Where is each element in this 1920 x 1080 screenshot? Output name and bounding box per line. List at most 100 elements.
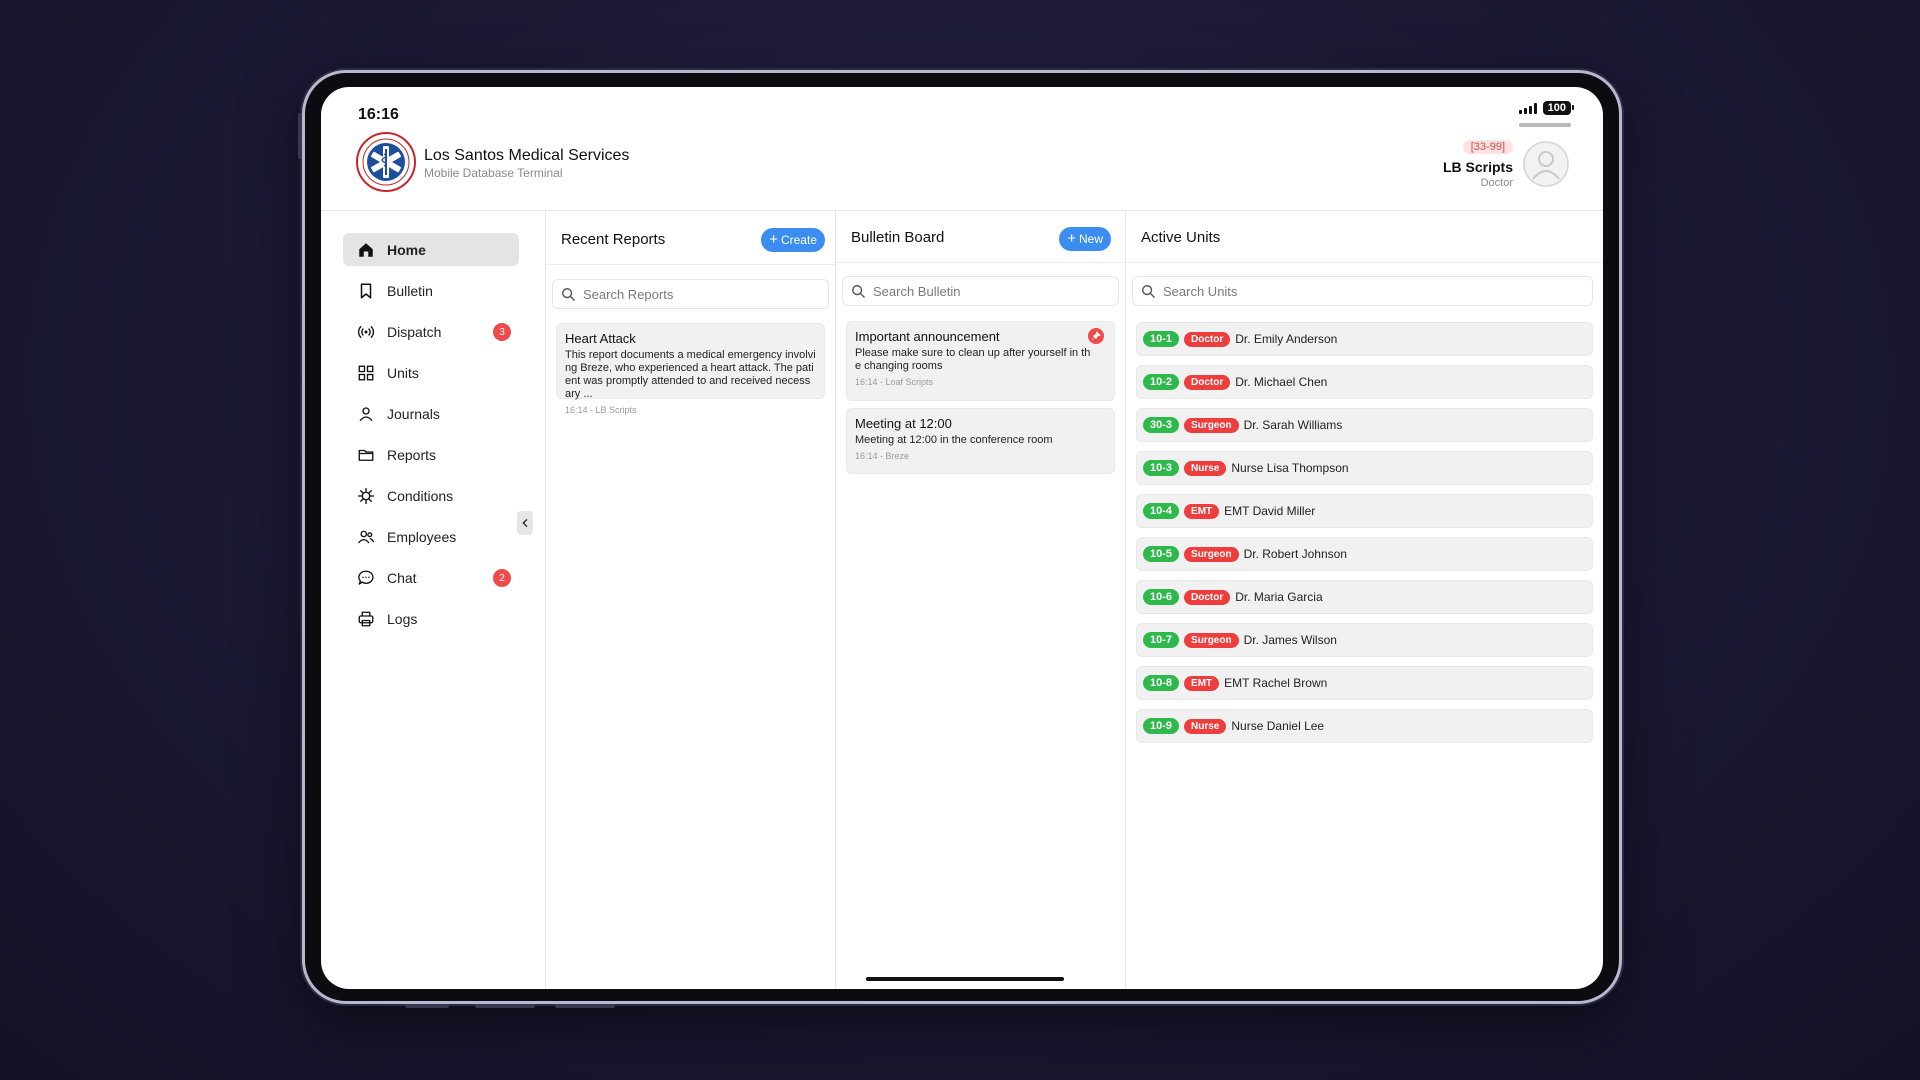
unit-code-badge: 10-1: [1143, 331, 1180, 347]
unit-row[interactable]: 10-3 Nurse Nurse Lisa Thompson: [1136, 451, 1593, 485]
unit-name: Dr. Sarah Williams: [1243, 418, 1343, 432]
power-button: [475, 1004, 535, 1008]
sidebar-item-label: Logs: [387, 610, 418, 627]
bulletin-header: Bulletin Board + New: [836, 211, 1125, 263]
unit-row[interactable]: 10-4 EMT EMT David Miller: [1136, 494, 1593, 528]
notification-badge: 3: [493, 323, 511, 341]
bulletin-card[interactable]: Meeting at 12:00 Meeting at 12:00 in the…: [846, 408, 1115, 474]
sidebar-item-journals[interactable]: Journals: [343, 397, 519, 430]
status-indicators: 100: [1518, 101, 1575, 115]
bulletin-card[interactable]: Important announcement Please make sure …: [846, 321, 1115, 401]
unit-row[interactable]: 10-7 Surgeon Dr. James Wilson: [1136, 623, 1593, 657]
printer-icon: [357, 610, 375, 628]
notch-pill: [1519, 123, 1571, 127]
unit-name: EMT David Miller: [1224, 504, 1316, 518]
bulletin-item-body: Meeting at 12:00 in the conference room: [855, 434, 1053, 446]
bulletin-item-title: Important announcement: [855, 329, 1000, 344]
unit-name: Nurse Lisa Thompson: [1231, 461, 1349, 475]
search-icon: [1142, 285, 1155, 298]
unit-row[interactable]: 10-2 Doctor Dr. Michael Chen: [1136, 365, 1593, 399]
unit-role-badge: EMT: [1184, 675, 1220, 691]
collapse-sidebar-button[interactable]: [517, 511, 533, 535]
user-id-badge: [33-99]: [1462, 140, 1513, 154]
screen: 16:16 100 Los Santos Medical Services Mo…: [321, 87, 1603, 989]
unit-role-badge: Doctor: [1184, 374, 1231, 390]
new-label: New: [1078, 232, 1103, 246]
unit-name: Dr. Maria Garcia: [1235, 590, 1323, 604]
bulletin-item-title: Meeting at 12:00: [855, 416, 952, 431]
unit-role-badge: Doctor: [1184, 331, 1231, 347]
bulletin-search[interactable]: [842, 276, 1119, 306]
unit-role-badge: Doctor: [1184, 589, 1231, 605]
unit-code-badge: 30-3: [1143, 417, 1180, 433]
unit-role-badge: Nurse: [1184, 460, 1227, 476]
unit-role-badge: Surgeon: [1184, 632, 1239, 648]
status-time: 16:16: [358, 106, 399, 123]
chevron-left-icon: [522, 519, 528, 527]
sidebar-item-label: Bulletin: [387, 282, 433, 299]
home-indicator: [866, 977, 1064, 981]
sidebar-item-dispatch[interactable]: Dispatch 3: [343, 315, 519, 348]
sidebar-item-home[interactable]: Home: [343, 233, 519, 266]
report-title: Heart Attack: [565, 331, 636, 346]
new-bulletin-button[interactable]: + New: [1059, 227, 1111, 251]
search-icon: [852, 285, 865, 298]
sidebar-item-label: Home: [387, 241, 426, 258]
app-header: 16:16 100 Los Santos Medical Services Mo…: [321, 87, 1603, 211]
create-report-button[interactable]: + Create: [761, 228, 825, 252]
user-icon: [357, 405, 375, 423]
home-icon: [357, 241, 375, 259]
search-input[interactable]: [583, 286, 828, 302]
power-button: [555, 1004, 615, 1008]
virus-icon: [357, 487, 375, 505]
battery-icon: 100: [1542, 101, 1575, 115]
sidebar-item-employees[interactable]: Employees: [343, 520, 519, 553]
bulletin-title: Bulletin Board: [851, 229, 945, 246]
sidebar-item-chat[interactable]: Chat 2: [343, 561, 519, 594]
unit-code-badge: 10-7: [1143, 632, 1180, 648]
reports-column: Recent Reports + Create Heart Attack Thi…: [546, 211, 835, 989]
plus-icon: +: [1067, 230, 1076, 247]
sidebar-item-label: Units: [387, 364, 419, 381]
report-card[interactable]: Heart Attack This report documents a med…: [556, 323, 825, 415]
unit-role-badge: Surgeon: [1184, 417, 1239, 433]
ems-logo: [356, 132, 416, 192]
search-input[interactable]: [873, 283, 1118, 299]
unit-row[interactable]: 10-6 Doctor Dr. Maria Garcia: [1136, 580, 1593, 614]
broadcast-icon: [357, 323, 375, 341]
units-search[interactable]: [1132, 276, 1593, 306]
unit-row[interactable]: 10-5 Surgeon Dr. Robert Johnson: [1136, 537, 1593, 571]
org-subtitle: Mobile Database Terminal: [424, 166, 563, 180]
pin-icon: [1088, 328, 1104, 344]
grid-icon: [357, 364, 375, 382]
unit-code-badge: 10-6: [1143, 589, 1180, 605]
search-icon: [562, 288, 575, 301]
unit-row[interactable]: 10-9 Nurse Nurse Daniel Lee: [1136, 709, 1593, 743]
unit-code-badge: 10-4: [1143, 503, 1180, 519]
sidebar-item-logs[interactable]: Logs: [343, 602, 519, 635]
sidebar: Home Bulletin Dispatch 3 Units Journals: [343, 233, 533, 643]
unit-role-badge: Surgeon: [1184, 546, 1239, 562]
report-meta: 16:14 - LB Scripts: [565, 405, 637, 415]
sidebar-item-bulletin[interactable]: Bulletin: [343, 274, 519, 307]
search-input[interactable]: [1163, 283, 1592, 299]
sidebar-item-units[interactable]: Units: [343, 356, 519, 389]
sidebar-item-reports[interactable]: Reports: [343, 438, 519, 471]
bulletin-item-body: Please make sure to clean up after yours…: [855, 347, 1091, 372]
unit-row[interactable]: 10-8 EMT EMT Rachel Brown: [1136, 666, 1593, 700]
unit-row[interactable]: 30-3 Surgeon Dr. Sarah Williams: [1136, 408, 1593, 442]
plus-icon: +: [769, 231, 778, 248]
unit-name: Dr. James Wilson: [1243, 633, 1337, 647]
tablet-frame: 16:16 100 Los Santos Medical Services Mo…: [298, 70, 1622, 1008]
notification-badge: 2: [493, 569, 511, 587]
unit-row[interactable]: 10-1 Doctor Dr. Emily Anderson: [1136, 322, 1593, 356]
sidebar-item-label: Journals: [387, 405, 440, 422]
reports-search[interactable]: [552, 279, 829, 309]
sidebar-item-conditions[interactable]: Conditions: [343, 479, 519, 512]
avatar[interactable]: [1523, 141, 1569, 187]
signal-icon: [1518, 102, 1537, 114]
unit-code-badge: 10-2: [1143, 374, 1180, 390]
unit-code-badge: 10-3: [1143, 460, 1180, 476]
sidebar-item-label: Dispatch: [387, 323, 442, 340]
unit-name: Dr. Michael Chen: [1235, 375, 1328, 389]
